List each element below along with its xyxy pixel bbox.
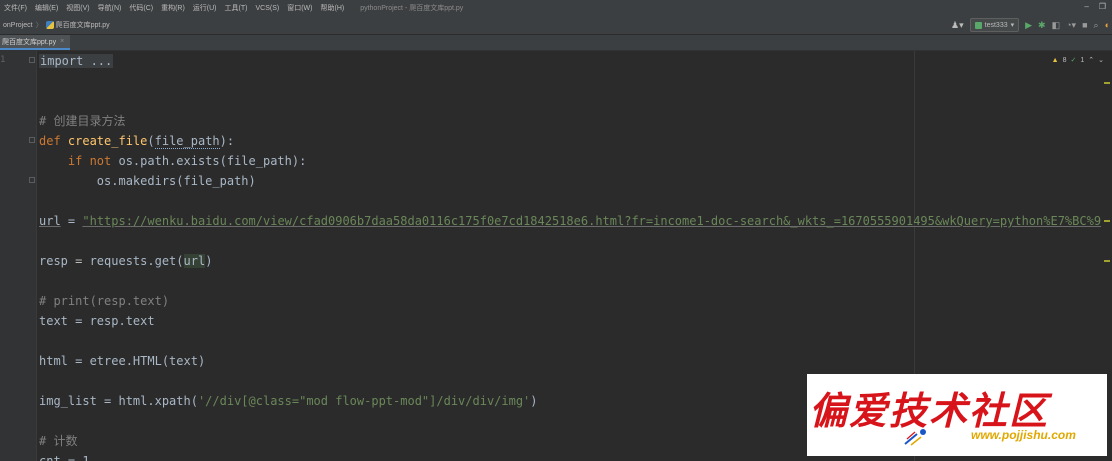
warning-marker[interactable] [1104,82,1110,84]
code-line[interactable]: text = resp.text [39,311,155,331]
code-token: ): [219,134,235,148]
warning-marker[interactable] [1104,220,1110,222]
user-icon[interactable]: ♟▾ [951,19,964,31]
ide-window: 文件(F) 编辑(E) 视图(V) 导航(N) 代码(C) 重构(R) 运行(U… [0,0,1112,461]
code-token: if not [67,154,119,168]
menu-bar: 文件(F) 编辑(E) 视图(V) 导航(N) 代码(C) 重构(R) 运行(U… [0,0,1112,17]
chevron-down-icon: ▾ [1010,22,1015,29]
line-number: 1 [0,55,6,65]
code-token: html = etree.HTML(text) [39,354,206,368]
python-config-icon [974,21,982,29]
code-token: create_file [67,134,148,148]
code-line[interactable]: html = etree.HTML(text) [39,351,205,371]
breadcrumb-project[interactable]: onProject [0,22,36,29]
fold-icon[interactable] [29,57,35,63]
search-icon[interactable]: ⌕ [1094,19,1099,31]
code-token: url [39,214,61,228]
editor-tab-bar: 爬百度文库ppt.py × [0,35,1112,51]
warning-count: 8 [1062,56,1067,64]
code-token: # print(resp.text) [39,294,170,308]
code-token: ( [147,134,155,148]
stop-icon[interactable]: ■ [1082,19,1087,31]
code-line[interactable]: cnt = 1 [39,451,90,461]
fold-icon[interactable] [29,177,35,183]
code-token: = [60,214,83,228]
code-line[interactable]: if not os.path.exists(file_path): [39,151,306,171]
menu-code[interactable]: 代码(C) [125,3,157,13]
navigation-bar: onProject 〉 爬百度文库ppt.py ♟▾ test333 ▾ ▶ ✱… [0,16,1112,35]
code-line[interactable]: def create_file(file_path): [39,131,234,151]
close-icon[interactable]: × [60,38,64,45]
code-token: ) [530,394,538,408]
project-name: onProject [3,21,33,29]
menu-help[interactable]: 帮助(H) [316,3,348,13]
rocket-icon [904,429,926,446]
warning-icon: ▲ [1051,56,1059,64]
chevron-down-icon[interactable]: ⌄ [1098,56,1104,64]
menu-window[interactable]: 窗口(W) [283,3,316,13]
code-token: os.makedirs(file_path) [39,174,256,188]
code-line[interactable]: import ... [39,51,114,71]
window-title: pythonProject - 爬百度文库ppt.py [360,5,464,12]
code-token: text = resp.text [39,314,155,328]
menu-run[interactable]: 运行(U) [189,3,221,13]
menu-tools[interactable]: 工具(T) [221,3,252,13]
code-token: ) [205,254,213,268]
code-token: def [39,134,68,148]
updates-icon[interactable]: ◐ [1105,19,1110,31]
code-line[interactable]: url = "https://wenku.baidu.com/view/cfad… [39,211,1101,231]
chevron-up-icon[interactable]: ⌃ [1088,56,1094,64]
code-line[interactable]: img_list = html.xpath('//div[@class="mod… [39,391,538,411]
profile-icon[interactable]: ◔▾ [1066,19,1076,31]
watermark-url: www.pojjishu.com [971,428,1076,442]
warning-marker[interactable] [1104,260,1110,262]
run-config-selector[interactable]: test333 ▾ [969,18,1020,32]
fold-icon[interactable] [29,137,35,143]
menu-view[interactable]: 视图(V) [62,3,93,13]
code-token: # 计数 [39,434,78,448]
breadcrumb-separator: 〉 [35,22,43,29]
code-line[interactable]: # 创建目录方法 [39,111,125,131]
check-icon: ✓ [1070,57,1077,64]
code-token: file_path [154,134,220,149]
python-file-icon [45,21,54,29]
breadcrumb-file[interactable]: 爬百度文库ppt.py [43,20,113,30]
code-token: '//div[@class="mod flow-ppt-mod"]/div/di… [197,394,531,408]
run-icon[interactable]: ▶ [1025,19,1032,31]
code-token: import ... [39,54,114,68]
editor-gutter[interactable] [0,51,37,461]
coverage-icon[interactable]: ◧ [1052,19,1061,31]
code-line[interactable]: resp = requests.get(url) [39,251,212,271]
menu-navigate[interactable]: 导航(N) [94,3,126,13]
menu-edit[interactable]: 编辑(E) [31,3,62,13]
check-count: 1 [1080,56,1085,64]
code-token: resp [39,254,76,268]
code-token: os.path.exists(file_path): [118,154,307,168]
code-token: url [183,254,206,268]
menu-file[interactable]: 文件(F) [0,3,31,13]
editor-tab-active[interactable]: 爬百度文库ppt.py × [0,35,71,50]
window-controls: – ❐ [1084,2,1106,11]
code-token: cnt = 1 [39,454,90,461]
breadcrumb-file-label: 爬百度文库ppt.py [55,22,110,29]
menu-vcs[interactable]: VCS(S) [251,5,283,12]
editor-tab-label: 爬百度文库ppt.py [2,38,57,46]
code-token: img_list = html.xpath( [39,394,198,408]
debug-icon[interactable]: ✱ [1038,19,1046,31]
inspection-widget[interactable]: ▲ 8 ✓ 1 ⌃ ⌄ [1051,56,1104,65]
code-line[interactable]: os.makedirs(file_path) [39,171,256,191]
code-token: # 创建目录方法 [39,114,126,128]
minimize-icon[interactable]: – [1084,2,1088,11]
code-line[interactable]: # print(resp.text) [39,291,169,311]
run-config-label: test333 [984,21,1008,29]
code-token: requests.get( [82,254,184,268]
menu-refactor[interactable]: 重构(R) [157,3,189,13]
code-line[interactable]: # 计数 [39,431,77,451]
code-token: "https://wenku.baidu.com/view/cfad0906b7… [82,214,1102,228]
toolbar-right: ♟▾ test333 ▾ ▶ ✱ ◧ ◔▾ ■ ⌕ ◐ [951,18,1110,32]
restore-icon[interactable]: ❐ [1099,2,1106,11]
watermark-logo: 偏爱技术社区 www.pojjishu.com [807,374,1107,456]
